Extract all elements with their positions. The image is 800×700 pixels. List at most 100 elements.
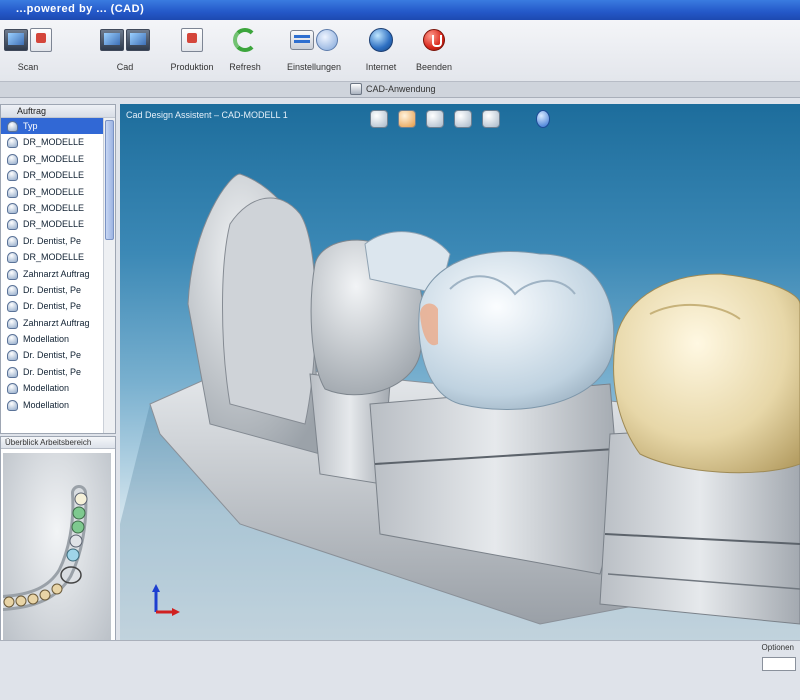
tree-item[interactable]: Zahnarzt Auftrag bbox=[1, 266, 115, 282]
tree-item[interactable]: DR_MODELLE bbox=[1, 249, 115, 265]
tree-item-label: Dr. Dentist, Pe bbox=[23, 366, 82, 377]
tree-item[interactable]: Modellation bbox=[1, 331, 115, 347]
tooth-case-icon bbox=[7, 317, 18, 329]
tooth-case-icon bbox=[7, 399, 18, 411]
tooth-case-icon bbox=[7, 219, 18, 231]
tree-item[interactable]: DR_MODELLE bbox=[1, 134, 115, 150]
tree-item-label: Typ bbox=[23, 121, 38, 131]
tooth-case-icon bbox=[7, 202, 18, 214]
tooth-shape-icon[interactable] bbox=[482, 110, 500, 128]
tree-item[interactable]: Zahnarzt Auftrag bbox=[1, 315, 115, 331]
tree-item-label: DR_MODELLE bbox=[23, 202, 85, 213]
tree-header: Auftrag bbox=[1, 105, 115, 118]
tree-item-label: Zahnarzt Auftrag bbox=[23, 317, 90, 328]
tree-item-label: Modellation bbox=[23, 334, 70, 345]
cad-mode-icon bbox=[350, 83, 362, 95]
tree-item-label: Zahnarzt Auftrag bbox=[23, 268, 90, 279]
monitor-icon bbox=[4, 29, 28, 51]
edit-tool-icon[interactable] bbox=[454, 110, 472, 128]
tooth-case-icon bbox=[7, 252, 18, 264]
tree-item-label: DR_MODELLE bbox=[23, 170, 85, 181]
tree-item-label: DR_MODELLE bbox=[23, 153, 85, 164]
mode-bar: CAD-Anwendung bbox=[0, 82, 800, 98]
tooth-case-icon bbox=[7, 235, 18, 247]
tree-scrollbar[interactable] bbox=[103, 118, 115, 433]
tree-item[interactable]: Modellation bbox=[1, 380, 115, 396]
options-label: Optionen bbox=[761, 643, 794, 652]
people-icon bbox=[316, 29, 338, 51]
monitor-icon bbox=[126, 29, 150, 51]
settings-icon bbox=[290, 30, 314, 50]
order-tree-panel: Auftrag Typ DR_MODELLE DR_MODELLE DR_MODELL… bbox=[0, 104, 116, 434]
tree-scrollbar-thumb[interactable] bbox=[105, 120, 114, 240]
tree-item[interactable]: Dr. Dentist, Pe bbox=[1, 282, 115, 298]
monitor-icon bbox=[100, 29, 124, 51]
overview-tab[interactable]: Überblick Arbeitsbereich bbox=[1, 437, 115, 449]
tooth-case-icon bbox=[7, 153, 18, 165]
tree-item-label: Dr. Dentist, Pe bbox=[23, 284, 82, 295]
tree-item[interactable]: DR_MODELLE bbox=[1, 216, 115, 232]
tooth-case-icon bbox=[7, 268, 18, 280]
tree-item[interactable]: Dr. Dentist, Pe bbox=[1, 233, 115, 249]
tooth-case-icon bbox=[7, 366, 18, 378]
document-icon bbox=[181, 28, 203, 52]
tree-item[interactable]: Dr. Dentist, Pe bbox=[1, 347, 115, 363]
tooth-case-icon bbox=[7, 301, 18, 313]
tree-item-label: Modellation bbox=[23, 399, 70, 410]
tree-item-label: Dr. Dentist, Pe bbox=[23, 350, 82, 361]
tooth-grid-icon[interactable] bbox=[426, 110, 444, 128]
tree-item[interactable]: DR_MODELLE bbox=[1, 151, 115, 167]
tooth-case-icon bbox=[7, 383, 18, 395]
tree-item[interactable]: DR_MODELLE bbox=[1, 200, 115, 216]
cad-mode-label: CAD-Anwendung bbox=[366, 84, 436, 94]
window-title: ...powered by ... (CAD) bbox=[16, 3, 145, 15]
document-icon bbox=[30, 28, 52, 52]
order-tree: Typ DR_MODELLE DR_MODELLE DR_MODELLE DR_MODE… bbox=[1, 118, 115, 413]
internet-button[interactable]: Internet bbox=[360, 24, 402, 78]
cad-button[interactable]: Cad bbox=[96, 24, 154, 78]
produktion-button[interactable]: Produktion bbox=[168, 24, 216, 78]
tree-item[interactable]: Dr. Dentist, Pe bbox=[1, 298, 115, 314]
options-field[interactable] bbox=[762, 657, 796, 671]
arch-overview-model bbox=[0, 485, 88, 611]
beenden-label: Beenden bbox=[415, 62, 453, 72]
scan-button[interactable]: Scan bbox=[0, 24, 56, 78]
refresh-icon bbox=[233, 28, 257, 52]
title-bar: ...powered by ... (CAD) bbox=[0, 0, 800, 20]
tooth-case-icon bbox=[7, 137, 18, 149]
info-icon[interactable] bbox=[536, 110, 550, 128]
status-bar: Optionen bbox=[0, 640, 800, 700]
tree-item[interactable]: DR_MODELLE bbox=[1, 167, 115, 183]
beenden-button[interactable]: Beenden bbox=[412, 24, 456, 78]
exit-icon bbox=[423, 29, 445, 51]
tree-item-label: Dr. Dentist, Pe bbox=[23, 301, 82, 312]
tree-item-label: Modellation bbox=[23, 383, 70, 394]
tree-item-label: Dr. Dentist, Pe bbox=[23, 235, 82, 246]
tree-item-label: DR_MODELLE bbox=[23, 252, 85, 263]
tree-item[interactable]: DR_MODELLE bbox=[1, 184, 115, 200]
tooth-case-icon bbox=[7, 334, 18, 346]
cad-3d-viewport[interactable]: Cad Design Assistent – CAD-MODELL 1 bbox=[120, 104, 800, 640]
viewport-title: Cad Design Assistent – CAD-MODELL 1 bbox=[126, 110, 288, 120]
tree-item[interactable]: Typ bbox=[1, 118, 115, 135]
tooth-case-icon bbox=[7, 121, 18, 132]
cad-label: Cad bbox=[116, 62, 134, 72]
einstellungen-button[interactable]: Einstellungen bbox=[282, 24, 346, 78]
produktion-label: Produktion bbox=[170, 62, 214, 72]
tooth-case-icon bbox=[7, 186, 18, 198]
einstellungen-label: Einstellungen bbox=[286, 62, 342, 72]
cad-mode-tab[interactable]: CAD-Anwendung bbox=[350, 83, 436, 95]
tree-item[interactable]: Modellation bbox=[1, 397, 115, 413]
tooth-case-icon bbox=[7, 350, 18, 362]
overview-viewport[interactable] bbox=[0, 453, 111, 649]
main-toolbar: Scan Cad Produktion Refresh Einstellunge… bbox=[0, 20, 800, 82]
undo-icon[interactable] bbox=[370, 110, 388, 128]
tree-item-label: DR_MODELLE bbox=[23, 137, 85, 148]
internet-label: Internet bbox=[365, 62, 397, 72]
tree-item-label: DR_MODELLE bbox=[23, 219, 85, 230]
refresh-button[interactable]: Refresh bbox=[222, 24, 268, 78]
tree-item[interactable]: Dr. Dentist, Pe bbox=[1, 364, 115, 380]
scan-label: Scan bbox=[17, 62, 39, 72]
tooth-color-icon[interactable] bbox=[398, 110, 416, 128]
axis-gizmo-icon bbox=[152, 584, 180, 616]
